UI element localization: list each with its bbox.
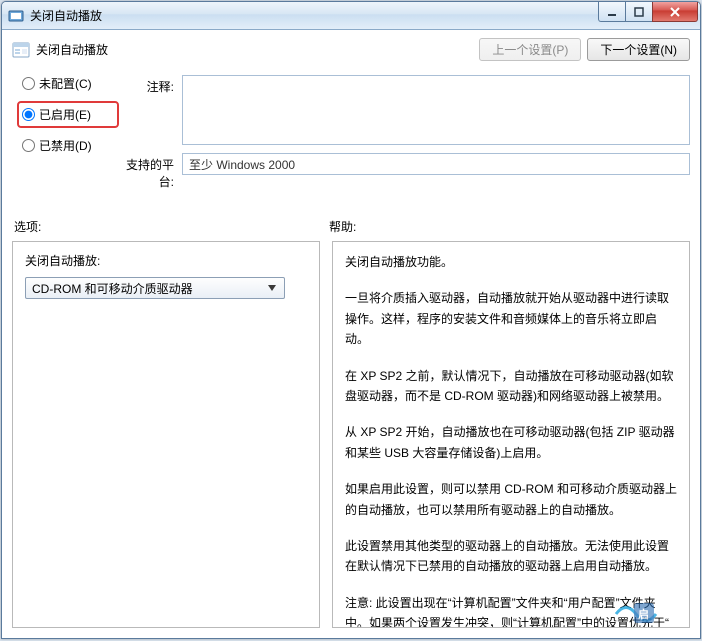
option-dropdown-label: 关闭自动播放: — [25, 252, 307, 269]
previous-setting-button[interactable]: 上一个设置(P) — [479, 38, 581, 61]
help-panel: 关闭自动播放功能。 一旦将介质插入驱动器，自动播放就开始从驱动器中进行读取操作。… — [332, 241, 690, 628]
titlebar: 关闭自动播放 — [2, 2, 700, 30]
options-panel: 关闭自动播放: CD-ROM 和可移动介质驱动器 — [12, 241, 320, 628]
help-paragraph: 此设置禁用其他类型的驱动器上的自动播放。无法使用此设置在默认情况下已禁用的自动播… — [345, 536, 677, 577]
radio-enabled[interactable]: 已启用(E) — [17, 101, 119, 128]
help-paragraph: 如果启用此设置，则可以禁用 CD-ROM 和可移动介质驱动器上的自动播放，也可以… — [345, 479, 677, 520]
radio-not-configured-label: 未配置(C) — [39, 75, 92, 92]
help-paragraph: 注意: 此设置出现在“计算机配置”文件夹和“用户配置”文件夹中。如果两个设置发生… — [345, 593, 677, 628]
turnoff-autoplay-dropdown[interactable]: CD-ROM 和可移动介质驱动器 — [25, 277, 285, 299]
help-paragraph: 在 XP SP2 之前，默认情况下，自动播放在可移动驱动器(如软盘驱动器，而不是… — [345, 366, 677, 407]
help-paragraph: 一旦将介质插入驱动器，自动播放就开始从驱动器中进行读取操作。这样，程序的安装文件… — [345, 288, 677, 349]
close-button[interactable] — [652, 2, 698, 22]
platform-value: 至少 Windows 2000 — [182, 153, 690, 175]
comment-textarea[interactable] — [182, 75, 690, 145]
page-icon — [12, 41, 30, 59]
radio-enabled-input[interactable] — [22, 108, 35, 121]
comment-label: 注释: — [112, 75, 182, 95]
chevron-down-icon — [264, 280, 280, 296]
radio-disabled-label: 已禁用(D) — [39, 137, 92, 154]
maximize-button[interactable] — [625, 2, 653, 22]
help-section-label: 帮助: — [329, 218, 688, 235]
minimize-button[interactable] — [598, 2, 626, 22]
page-title: 关闭自动播放 — [36, 41, 473, 58]
window-title: 关闭自动播放 — [30, 7, 599, 24]
dropdown-selected-value: CD-ROM 和可移动介质驱动器 — [32, 280, 193, 297]
platform-label: 支持的平台: — [112, 153, 182, 190]
options-section-label: 选项: — [14, 218, 329, 235]
radio-not-configured-input[interactable] — [22, 77, 35, 90]
radio-disabled-input[interactable] — [22, 139, 35, 152]
radio-disabled[interactable]: 已禁用(D) — [22, 137, 112, 154]
app-icon — [8, 8, 24, 24]
next-setting-button[interactable]: 下一个设置(N) — [587, 38, 690, 61]
help-paragraph: 从 XP SP2 开始，自动播放也在可移动驱动器(包括 ZIP 驱动器和某些 U… — [345, 422, 677, 463]
radio-not-configured[interactable]: 未配置(C) — [22, 75, 112, 92]
help-paragraph: 关闭自动播放功能。 — [345, 252, 677, 272]
radio-enabled-label: 已启用(E) — [39, 106, 91, 123]
